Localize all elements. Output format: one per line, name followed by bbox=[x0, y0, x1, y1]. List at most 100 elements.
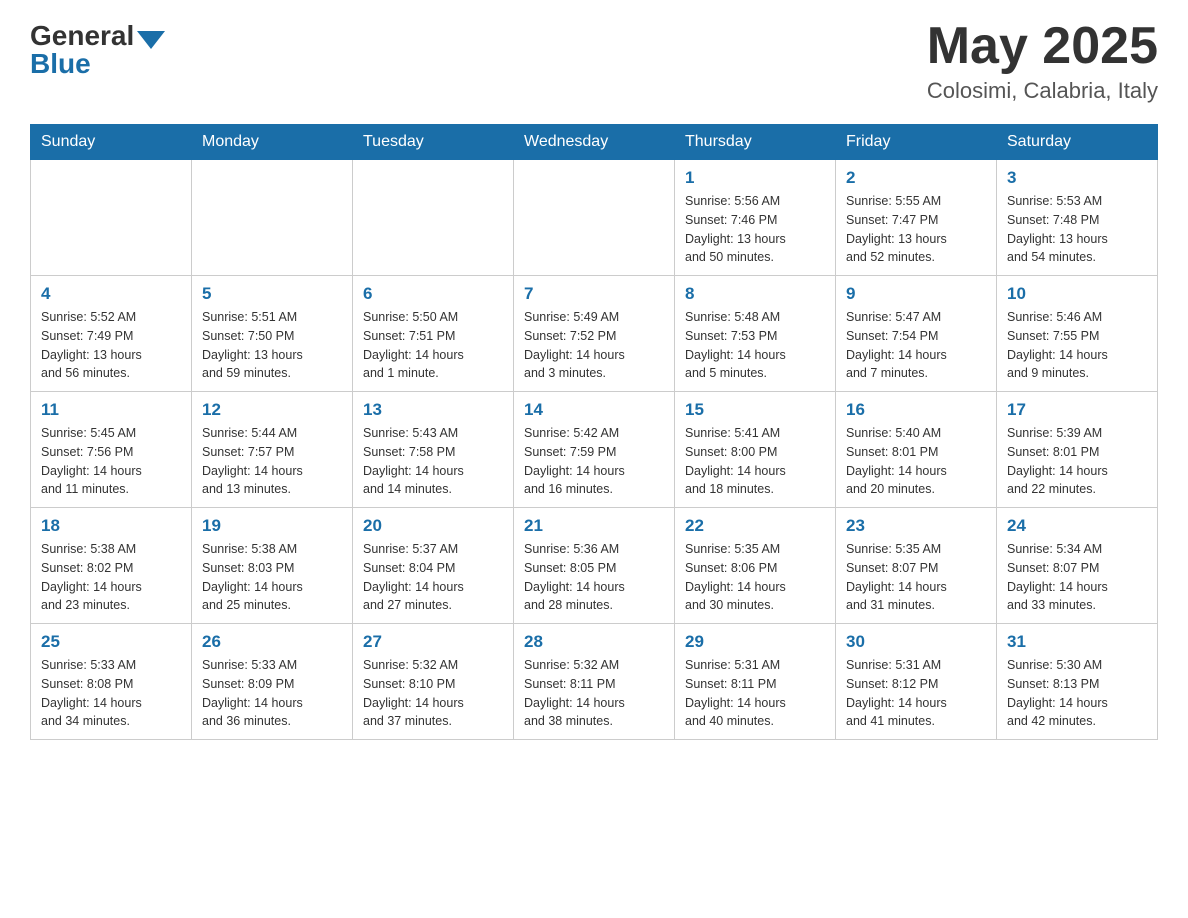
day-number: 17 bbox=[1007, 400, 1147, 420]
day-number: 7 bbox=[524, 284, 664, 304]
weekday-header-row: SundayMondayTuesdayWednesdayThursdayFrid… bbox=[31, 125, 1158, 160]
day-info: Sunrise: 5:55 AMSunset: 7:47 PMDaylight:… bbox=[846, 192, 986, 267]
calendar-cell: 26 Sunrise: 5:33 AMSunset: 8:09 PMDayligh… bbox=[192, 624, 353, 740]
location-text: Colosimi, Calabria, Italy bbox=[927, 78, 1158, 104]
day-info: Sunrise: 5:30 AMSunset: 8:13 PMDaylight:… bbox=[1007, 656, 1147, 731]
month-title: May 2025 bbox=[927, 20, 1158, 72]
calendar-cell: 9 Sunrise: 5:47 AMSunset: 7:54 PMDaylight… bbox=[836, 276, 997, 392]
day-info: Sunrise: 5:41 AMSunset: 8:00 PMDaylight:… bbox=[685, 424, 825, 499]
day-info: Sunrise: 5:34 AMSunset: 8:07 PMDaylight:… bbox=[1007, 540, 1147, 615]
day-info: Sunrise: 5:46 AMSunset: 7:55 PMDaylight:… bbox=[1007, 308, 1147, 383]
calendar-cell: 18 Sunrise: 5:38 AMSunset: 8:02 PMDayligh… bbox=[31, 508, 192, 624]
day-info: Sunrise: 5:51 AMSunset: 7:50 PMDaylight:… bbox=[202, 308, 342, 383]
calendar-cell: 11Sunrise: 5:45 AMSunset: 7:56 PMDayligh… bbox=[31, 392, 192, 508]
day-number: 29 bbox=[685, 632, 825, 652]
logo-arrow-icon bbox=[137, 31, 165, 49]
day-info: Sunrise: 5:49 AMSunset: 7:52 PMDaylight:… bbox=[524, 308, 664, 383]
day-info: Sunrise: 5:38 AMSunset: 8:03 PMDaylight:… bbox=[202, 540, 342, 615]
day-info: Sunrise: 5:50 AMSunset: 7:51 PMDaylight:… bbox=[363, 308, 503, 383]
weekday-header-thursday: Thursday bbox=[675, 125, 836, 160]
day-info: Sunrise: 5:48 AMSunset: 7:53 PMDaylight:… bbox=[685, 308, 825, 383]
calendar-cell: 13 Sunrise: 5:43 AMSunset: 7:58 PMDayligh… bbox=[353, 392, 514, 508]
day-info: Sunrise: 5:35 AMSunset: 8:06 PMDaylight:… bbox=[685, 540, 825, 615]
day-number: 22 bbox=[685, 516, 825, 536]
calendar-cell: 19 Sunrise: 5:38 AMSunset: 8:03 PMDayligh… bbox=[192, 508, 353, 624]
day-number: 15 bbox=[685, 400, 825, 420]
day-number: 5 bbox=[202, 284, 342, 304]
week-row-3: 11Sunrise: 5:45 AMSunset: 7:56 PMDayligh… bbox=[31, 392, 1158, 508]
calendar-cell bbox=[514, 160, 675, 276]
weekday-header-monday: Monday bbox=[192, 125, 353, 160]
day-number: 20 bbox=[363, 516, 503, 536]
day-number: 13 bbox=[363, 400, 503, 420]
day-info: Sunrise: 5:45 AMSunset: 7:56 PMDaylight:… bbox=[41, 424, 181, 499]
day-number: 30 bbox=[846, 632, 986, 652]
weekday-header-sunday: Sunday bbox=[31, 125, 192, 160]
calendar-cell: 31 Sunrise: 5:30 AMSunset: 8:13 PMDayligh… bbox=[997, 624, 1158, 740]
calendar-cell: 29Sunrise: 5:31 AMSunset: 8:11 PMDayligh… bbox=[675, 624, 836, 740]
day-info: Sunrise: 5:56 AMSunset: 7:46 PMDaylight:… bbox=[685, 192, 825, 267]
page-header: General Blue May 2025 Colosimi, Calabria… bbox=[30, 20, 1158, 104]
calendar-cell: 14 Sunrise: 5:42 AMSunset: 7:59 PMDayligh… bbox=[514, 392, 675, 508]
day-info: Sunrise: 5:52 AMSunset: 7:49 PMDaylight:… bbox=[41, 308, 181, 383]
day-number: 18 bbox=[41, 516, 181, 536]
day-info: Sunrise: 5:53 AMSunset: 7:48 PMDaylight:… bbox=[1007, 192, 1147, 267]
weekday-header-friday: Friday bbox=[836, 125, 997, 160]
calendar-cell: 16 Sunrise: 5:40 AMSunset: 8:01 PMDayligh… bbox=[836, 392, 997, 508]
calendar-cell: 8 Sunrise: 5:48 AMSunset: 7:53 PMDaylight… bbox=[675, 276, 836, 392]
calendar-cell: 17 Sunrise: 5:39 AMSunset: 8:01 PMDayligh… bbox=[997, 392, 1158, 508]
day-info: Sunrise: 5:40 AMSunset: 8:01 PMDaylight:… bbox=[846, 424, 986, 499]
week-row-2: 4Sunrise: 5:52 AMSunset: 7:49 PMDaylight… bbox=[31, 276, 1158, 392]
calendar-cell bbox=[192, 160, 353, 276]
calendar-cell: 20Sunrise: 5:37 AMSunset: 8:04 PMDayligh… bbox=[353, 508, 514, 624]
logo-blue-text: Blue bbox=[30, 48, 91, 80]
day-number: 2 bbox=[846, 168, 986, 188]
day-info: Sunrise: 5:36 AMSunset: 8:05 PMDaylight:… bbox=[524, 540, 664, 615]
day-number: 8 bbox=[685, 284, 825, 304]
calendar-cell: 24 Sunrise: 5:34 AMSunset: 8:07 PMDayligh… bbox=[997, 508, 1158, 624]
weekday-header-tuesday: Tuesday bbox=[353, 125, 514, 160]
logo: General Blue bbox=[30, 20, 165, 80]
day-number: 19 bbox=[202, 516, 342, 536]
day-number: 14 bbox=[524, 400, 664, 420]
calendar-cell: 25Sunrise: 5:33 AMSunset: 8:08 PMDayligh… bbox=[31, 624, 192, 740]
day-number: 6 bbox=[363, 284, 503, 304]
day-number: 16 bbox=[846, 400, 986, 420]
day-info: Sunrise: 5:33 AMSunset: 8:09 PMDaylight:… bbox=[202, 656, 342, 731]
day-number: 26 bbox=[202, 632, 342, 652]
day-number: 24 bbox=[1007, 516, 1147, 536]
day-info: Sunrise: 5:38 AMSunset: 8:02 PMDaylight:… bbox=[41, 540, 181, 615]
day-info: Sunrise: 5:32 AMSunset: 8:10 PMDaylight:… bbox=[363, 656, 503, 731]
day-number: 27 bbox=[363, 632, 503, 652]
day-info: Sunrise: 5:42 AMSunset: 7:59 PMDaylight:… bbox=[524, 424, 664, 499]
week-row-5: 25Sunrise: 5:33 AMSunset: 8:08 PMDayligh… bbox=[31, 624, 1158, 740]
calendar-cell: 28Sunrise: 5:32 AMSunset: 8:11 PMDayligh… bbox=[514, 624, 675, 740]
day-info: Sunrise: 5:33 AMSunset: 8:08 PMDaylight:… bbox=[41, 656, 181, 731]
calendar-cell: 3 Sunrise: 5:53 AMSunset: 7:48 PMDaylight… bbox=[997, 160, 1158, 276]
calendar-cell: 27 Sunrise: 5:32 AMSunset: 8:10 PMDayligh… bbox=[353, 624, 514, 740]
weekday-header-saturday: Saturday bbox=[997, 125, 1158, 160]
day-info: Sunrise: 5:31 AMSunset: 8:12 PMDaylight:… bbox=[846, 656, 986, 731]
week-row-1: 1Sunrise: 5:56 AMSunset: 7:46 PMDaylight… bbox=[31, 160, 1158, 276]
calendar-table: SundayMondayTuesdayWednesdayThursdayFrid… bbox=[30, 124, 1158, 740]
day-info: Sunrise: 5:39 AMSunset: 8:01 PMDaylight:… bbox=[1007, 424, 1147, 499]
calendar-cell: 30 Sunrise: 5:31 AMSunset: 8:12 PMDayligh… bbox=[836, 624, 997, 740]
calendar-cell: 12Sunrise: 5:44 AMSunset: 7:57 PMDayligh… bbox=[192, 392, 353, 508]
calendar-cell: 10 Sunrise: 5:46 AMSunset: 7:55 PMDayligh… bbox=[997, 276, 1158, 392]
day-info: Sunrise: 5:32 AMSunset: 8:11 PMDaylight:… bbox=[524, 656, 664, 731]
day-number: 3 bbox=[1007, 168, 1147, 188]
week-row-4: 18 Sunrise: 5:38 AMSunset: 8:02 PMDayligh… bbox=[31, 508, 1158, 624]
calendar-cell: 21Sunrise: 5:36 AMSunset: 8:05 PMDayligh… bbox=[514, 508, 675, 624]
calendar-cell: 22 Sunrise: 5:35 AMSunset: 8:06 PMDayligh… bbox=[675, 508, 836, 624]
day-number: 10 bbox=[1007, 284, 1147, 304]
calendar-cell bbox=[31, 160, 192, 276]
day-number: 23 bbox=[846, 516, 986, 536]
day-info: Sunrise: 5:43 AMSunset: 7:58 PMDaylight:… bbox=[363, 424, 503, 499]
day-number: 12 bbox=[202, 400, 342, 420]
day-info: Sunrise: 5:47 AMSunset: 7:54 PMDaylight:… bbox=[846, 308, 986, 383]
calendar-cell: 7 Sunrise: 5:49 AMSunset: 7:52 PMDaylight… bbox=[514, 276, 675, 392]
calendar-cell: 5 Sunrise: 5:51 AMSunset: 7:50 PMDaylight… bbox=[192, 276, 353, 392]
day-number: 9 bbox=[846, 284, 986, 304]
day-number: 31 bbox=[1007, 632, 1147, 652]
title-section: May 2025 Colosimi, Calabria, Italy bbox=[927, 20, 1158, 104]
